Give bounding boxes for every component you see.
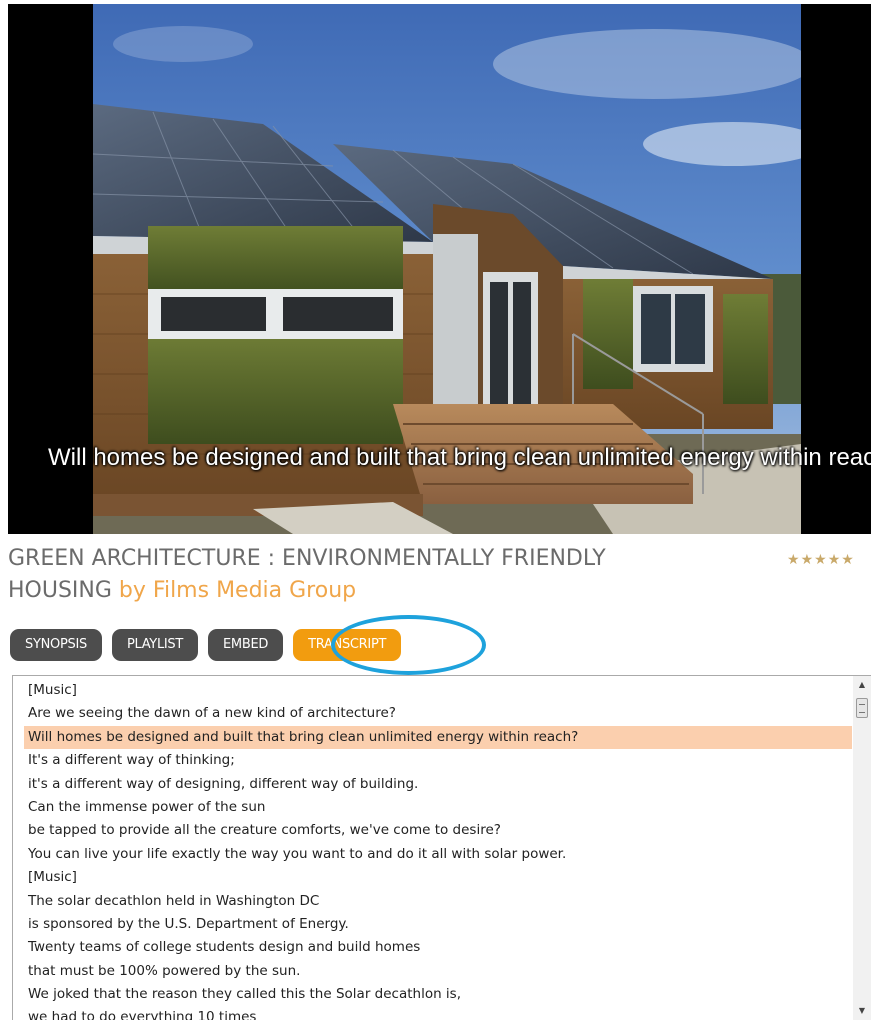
transcript-line[interactable]: The solar decathlon held in Washington D… [24, 890, 852, 913]
transcript-line[interactable]: You can live your life exactly the way y… [24, 843, 852, 866]
star-icon[interactable]: ★ [828, 553, 841, 567]
star-icon[interactable]: ★ [814, 553, 827, 567]
tab-bar: SYNOPSIS PLAYLIST EMBED TRANSCRIPT [10, 629, 402, 661]
transcript-scrollbar[interactable]: ▲ ▼ [853, 676, 871, 1020]
tab-embed[interactable]: EMBED [208, 629, 284, 661]
transcript-line[interactable]: be tapped to provide all the creature co… [24, 819, 852, 842]
transcript-line[interactable]: that must be 100% powered by the sun. [24, 960, 852, 983]
star-icon[interactable]: ★ [841, 553, 854, 567]
transcript-line[interactable]: is sponsored by the U.S. Department of E… [24, 913, 852, 936]
star-icon[interactable]: ★ [801, 553, 814, 567]
transcript-line[interactable]: Are we seeing the dawn of a new kind of … [24, 702, 852, 725]
tab-transcript[interactable]: TRANSCRIPT [293, 629, 402, 661]
producer-link[interactable]: by Films Media Group [119, 578, 356, 603]
transcript-line[interactable]: It's a different way of thinking; [24, 749, 852, 772]
video-caption: Will homes be designed and built that br… [48, 444, 871, 471]
scroll-up-icon[interactable]: ▲ [853, 678, 871, 692]
star-icon[interactable]: ★ [787, 553, 800, 567]
scroll-thumb[interactable] [856, 698, 868, 718]
transcript-line[interactable]: Can the immense power of the sun [24, 796, 852, 819]
transcript-line[interactable]: we had to do everything 10 times [24, 1006, 852, 1020]
transcript-line[interactable]: Twenty teams of college students design … [24, 936, 852, 959]
rating-stars[interactable]: ★ ★ ★ ★ ★ [787, 553, 854, 567]
transcript-line[interactable]: it's a different way of designing, diffe… [24, 773, 852, 796]
video-player[interactable]: Will homes be designed and built that br… [8, 4, 871, 534]
transcript-line[interactable]: We joked that the reason they called thi… [24, 983, 852, 1006]
video-title: GREEN ARCHITECTURE : ENVIRONMENTALLY FRI… [8, 543, 698, 607]
tab-synopsis[interactable]: SYNOPSIS [10, 629, 102, 661]
transcript-lines: [Music] Are we seeing the dawn of a new … [24, 679, 852, 1020]
transcript-line[interactable]: [Music] [24, 866, 852, 889]
tab-playlist[interactable]: PLAYLIST [111, 629, 199, 661]
transcript-panel[interactable]: [Music] Are we seeing the dawn of a new … [12, 675, 871, 1020]
transcript-line[interactable]: [Music] [24, 679, 852, 702]
scroll-down-icon[interactable]: ▼ [853, 1004, 871, 1018]
transcript-line-current[interactable]: Will homes be designed and built that br… [24, 725, 852, 750]
